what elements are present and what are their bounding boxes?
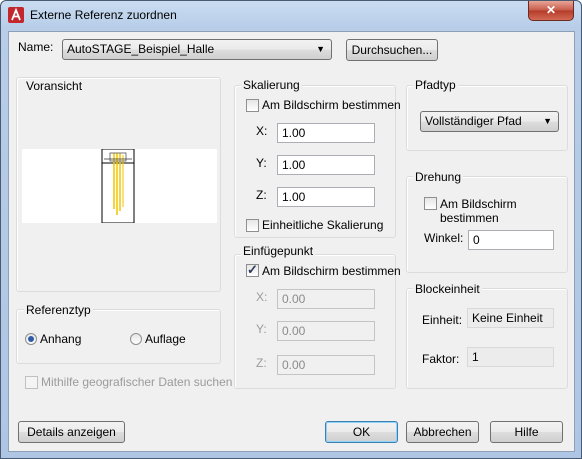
unit-label: Einheit: (422, 313, 463, 327)
details-button[interactable]: Details anzeigen (18, 421, 125, 443)
rotation-label: Drehung (413, 170, 464, 184)
drawing-thumbnail (101, 148, 135, 224)
attach-label[interactable]: Anhang (40, 332, 81, 346)
angle-input[interactable]: 0 (468, 230, 554, 250)
factor-label: Faktor: (422, 352, 460, 366)
insert-x-label: X: (256, 290, 268, 304)
overlay-radio[interactable] (130, 333, 142, 345)
block-unit-group (406, 288, 568, 389)
preview-label: Voransicht (24, 79, 85, 93)
preview-image (22, 148, 217, 224)
insert-y-input[interactable]: 0.00 (277, 321, 375, 341)
geo-label: Mithilfe geografischer Daten suchen (41, 375, 233, 389)
cancel-button[interactable]: Abbrechen (406, 421, 479, 443)
unit-value: Keine Einheit (467, 308, 554, 328)
overlay-label[interactable]: Auflage (145, 332, 186, 346)
rotation-onscreen-checkbox[interactable] (424, 197, 437, 210)
scale-z-input[interactable]: 1.00 (277, 187, 375, 207)
close-button[interactable]: ✕ (528, 1, 574, 21)
reftype-label: Referenztyp (24, 303, 93, 317)
pathtype-label: Pfadtyp (413, 78, 458, 92)
scale-z-label: Z: (256, 188, 267, 202)
name-label: Name: (18, 40, 54, 54)
rotation-onscreen-label: Am Bildschirm bestimmen (440, 197, 517, 225)
scale-x-label: X: (256, 124, 268, 138)
pathtype-dropdown[interactable]: Vollständiger Pfad ▼ (420, 111, 559, 132)
radio-selected-dot (28, 336, 34, 342)
scale-onscreen-label: Am Bildschirm bestimmen (262, 98, 401, 112)
insert-x-input[interactable]: 0.00 (277, 289, 375, 309)
title-bar: Externe Referenz zuordnen ✕ (1, 1, 581, 29)
dialog-body: Name: AutoSTAGE_Beispiel_Halle ▼ Durchsu… (8, 31, 575, 452)
chevron-down-icon: ▼ (543, 116, 552, 126)
insert-onscreen-label: Am Bildschirm bestimmen (262, 264, 401, 278)
help-button[interactable]: Hilfe (490, 421, 563, 443)
name-dropdown[interactable]: AutoSTAGE_Beispiel_Halle ▼ (62, 39, 332, 60)
scale-y-input[interactable]: 1.00 (277, 155, 375, 175)
scale-x-input[interactable]: 1.00 (277, 123, 375, 143)
insertion-label: Einfügepunkt (241, 244, 316, 258)
name-value: AutoSTAGE_Beispiel_Halle (67, 42, 215, 56)
insert-y-label: Y: (256, 322, 267, 336)
insert-onscreen-checkbox[interactable]: ✓ (246, 262, 259, 277)
dialog-window: Externe Referenz zuordnen ✕ Name: AutoST… (0, 0, 582, 459)
insert-z-input[interactable]: 0.00 (277, 355, 375, 375)
browse-button[interactable]: Durchsuchen... (346, 39, 438, 61)
scale-label: Skalierung (241, 78, 302, 92)
scale-y-label: Y: (256, 156, 267, 170)
checkmark-icon: ✓ (247, 262, 258, 277)
geo-checkbox[interactable] (25, 376, 38, 389)
factor-value: 1 (467, 347, 554, 367)
uniform-scale-label: Einheitliche Skalierung (262, 218, 384, 232)
window-title: Externe Referenz zuordnen (30, 8, 177, 22)
ok-button[interactable]: OK (325, 421, 398, 443)
attach-radio[interactable] (25, 333, 37, 345)
pathtype-value: Vollständiger Pfad (425, 114, 522, 128)
autocad-logo-icon (8, 7, 24, 23)
scale-onscreen-checkbox[interactable] (246, 99, 259, 112)
insert-z-label: Z: (256, 356, 267, 370)
block-unit-label: Blockeinheit (413, 282, 482, 296)
angle-label: Winkel: (424, 231, 464, 245)
uniform-scale-checkbox[interactable] (246, 219, 259, 232)
chevron-down-icon: ▼ (316, 44, 325, 54)
